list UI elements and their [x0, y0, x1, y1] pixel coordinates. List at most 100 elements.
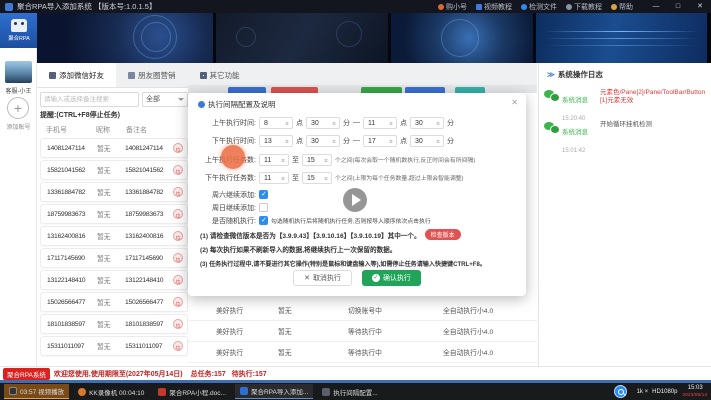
delete-icon[interactable] — [173, 253, 183, 263]
filter-select[interactable]: 全部 — [142, 92, 188, 107]
table-row[interactable]: 13361884782 暂无 13361884782 — [40, 182, 188, 202]
wechat-message-icon — [544, 90, 560, 102]
morning-task-max-stepper[interactable]: 15 — [302, 153, 332, 166]
word-doc-icon — [158, 387, 167, 396]
delete-icon[interactable] — [173, 275, 183, 285]
dialog-note-3: (3) 任务执行过程中,请不要进行其它操作(特别是鼠标和键盘输入等),如需停止任… — [200, 261, 486, 268]
log-message: 开始循环挂机检测 — [600, 121, 652, 128]
sunday-checkbox[interactable] — [259, 203, 268, 212]
app-logo-icon — [5, 2, 13, 11]
taskbar-recorder-item[interactable]: KK录像机 00:04:10 — [73, 384, 149, 399]
afternoon-task-max-stepper[interactable]: 15 — [302, 171, 332, 184]
add-account-button[interactable]: + — [7, 97, 29, 119]
afternoon-task-min-stepper[interactable]: 11 — [259, 171, 289, 184]
delete-icon[interactable] — [173, 297, 183, 307]
buy-account-button[interactable]: 购小号 — [438, 2, 467, 12]
saturday-checkbox[interactable] — [259, 190, 268, 199]
exec-row[interactable]: 美好执行 暂无 等待执行中 全自动执行小4.0 — [188, 342, 537, 363]
afternoon-start-minute-stepper[interactable]: 30 — [306, 134, 340, 147]
table-row[interactable]: 15026566477 暂无 15026566477 — [40, 292, 188, 312]
log-entry: 系统消息15:20:40 元素色/Pane[2]/Pane/ToolBar/Bu… — [544, 89, 709, 125]
cancel-execution-button[interactable]: ✕ 取消执行 — [293, 270, 352, 286]
random-exec-checkbox[interactable] — [259, 216, 268, 225]
delete-icon[interactable] — [173, 231, 183, 241]
banner-image-robots — [216, 13, 388, 63]
banner-image-ai-face — [391, 13, 533, 63]
delete-icon[interactable] — [173, 165, 183, 175]
delete-icon[interactable] — [173, 341, 183, 351]
table-header: 手机号 昵称 备注名 — [46, 126, 147, 134]
minimize-button[interactable]: — — [645, 0, 667, 13]
morning-time-row: 上午执行时间: 8点 30 分 — 11 点 30 分 — [198, 116, 454, 129]
check-icon: ✓ — [371, 274, 380, 282]
table-row[interactable]: 18759983673 暂无 18759983673 — [40, 204, 188, 224]
table-row[interactable]: 17117145690 暂无 17117145690 — [40, 248, 188, 268]
video-play-button[interactable] — [343, 188, 367, 212]
dialog-note-2: (2) 每次执行如果不刷新导入的数据,将继续执行上一次保留的数据。 — [200, 247, 397, 254]
table-row[interactable]: 18101838597 暂无 18101838597 — [40, 314, 188, 334]
gear-icon — [198, 101, 205, 108]
morning-task-min-stepper[interactable]: 11 — [259, 153, 289, 166]
taskbar-rpa-item[interactable]: 聚合RPA导入添加... — [234, 384, 314, 399]
taskbar-word-item[interactable]: 聚合RPA小程.doc... — [153, 384, 231, 399]
dialog-title: 执行间隔配置及说明 — [198, 99, 276, 110]
tab-add-wechat-friends[interactable]: 添加微信好友 — [37, 63, 116, 87]
morning-start-hour-stepper[interactable]: 8 — [259, 116, 293, 129]
morning-start-minute-stepper[interactable]: 30 — [306, 116, 340, 129]
add-account-label: 添加账号 — [6, 124, 31, 131]
volume-indicator[interactable]: 1k × — [637, 389, 649, 395]
system-tray: 1k × HD1080p 15:03 2023/05/14 — [637, 383, 709, 400]
exec-row[interactable]: 美好执行 暂无 切换账号中 全自动执行小4.0 — [188, 300, 537, 321]
tab-other-functions[interactable]: 其它功能 — [188, 63, 252, 87]
close-button[interactable]: ✕ — [689, 0, 711, 13]
video-tutorial-button[interactable]: 视频教程 — [476, 2, 512, 12]
afternoon-end-minute-stepper[interactable]: 30 — [410, 134, 444, 147]
morning-end-hour-stepper[interactable]: 11 — [363, 116, 397, 129]
floating-magnifier-button[interactable] — [614, 385, 627, 398]
dialog-buttons: ✕ 取消执行 ✓ 确认执行 — [188, 270, 526, 286]
execution-status-table: 美好执行 暂无 切换账号中 全自动执行小4.0 美好执行 暂无 等待执行中 全自动执行小4.… — [188, 300, 537, 363]
maximize-button[interactable]: □ — [667, 0, 689, 13]
delete-icon[interactable] — [173, 209, 183, 219]
banner-image-network-wave — [536, 13, 707, 63]
table-row[interactable]: 15821041562 暂无 15821041562 — [40, 160, 188, 180]
app-window: 聚合RPA导入添加系统 【版本号:1.0.1.5】 购小号 视频教程 检测文件 … — [0, 0, 711, 400]
cart-icon — [438, 3, 444, 10]
taskbar-clock[interactable]: 15:03 2023/05/14 — [681, 385, 709, 399]
table-row[interactable]: 14081247114 暂无 14081247114 — [40, 138, 188, 158]
help-button[interactable]: 帮助 — [611, 2, 633, 12]
search-input[interactable]: 请输入或选择备注搜索 — [40, 92, 139, 107]
morning-end-minute-stepper[interactable]: 30 — [410, 116, 444, 129]
log-panel-header: ≫ 系统操作日志 — [547, 70, 603, 79]
afternoon-end-hour-stepper[interactable]: 17 — [363, 134, 397, 147]
download-icon — [566, 3, 572, 10]
grid-icon — [199, 71, 207, 79]
check-files-button[interactable]: 检测文件 — [521, 2, 557, 12]
confirm-execution-button[interactable]: ✓ 确认执行 — [361, 270, 421, 286]
dialog-close-icon[interactable]: ✕ — [511, 98, 518, 107]
table-row[interactable]: 15311011097 暂无 15311011097 — [40, 336, 188, 356]
left-sidebar: 聚合RPA 客服-小王 + 添加账号 — [0, 13, 37, 366]
table-row[interactable]: 13122148410 暂无 13122148410 — [40, 270, 188, 290]
system-log-panel: ≫ 系统操作日志 系统消息15:20:40 元素色/Pane[2]/Pane/To… — [538, 63, 711, 366]
afternoon-start-hour-stepper[interactable]: 13 — [259, 134, 293, 147]
taskbar-dialog-item[interactable]: 执行间隔配置... — [317, 384, 382, 399]
delete-icon[interactable] — [173, 319, 183, 329]
delete-icon[interactable] — [173, 143, 183, 153]
rpa-app-icon — [239, 387, 248, 395]
download-tutorial-button[interactable]: 下载教程 — [566, 2, 602, 12]
exec-row[interactable]: 美好执行 暂无 等待执行中 全自动执行小4.0 — [188, 321, 537, 342]
double-chevron-icon[interactable]: ≫ — [547, 70, 555, 79]
check-version-button[interactable]: 检查版本 — [424, 229, 461, 240]
taskbar-video-item[interactable]: 03:57 视频播放 — [4, 384, 70, 399]
tab-moments-marketing[interactable]: 朋友圈营销 — [116, 63, 188, 87]
phone-table: 14081247114暂无14081247114 15821041562暂无15… — [40, 138, 188, 366]
window-title: 聚合RPA导入添加系统 【版本号:1.0.1.5】 — [17, 2, 157, 11]
saturday-checkbox-row: 周六继续添加: — [198, 188, 268, 201]
table-row[interactable]: 13162400816 暂无 13162400816 — [40, 226, 188, 246]
account-avatar[interactable] — [5, 61, 32, 83]
log-message: 元素色/Pane[2]/Pane/ToolBar/Button[1]元素无效 — [600, 89, 706, 104]
log-entry: 系统消息15:01:42 开始循环挂机检测 — [544, 121, 709, 157]
chevron-down-icon — [178, 98, 184, 104]
delete-icon[interactable] — [173, 187, 183, 197]
